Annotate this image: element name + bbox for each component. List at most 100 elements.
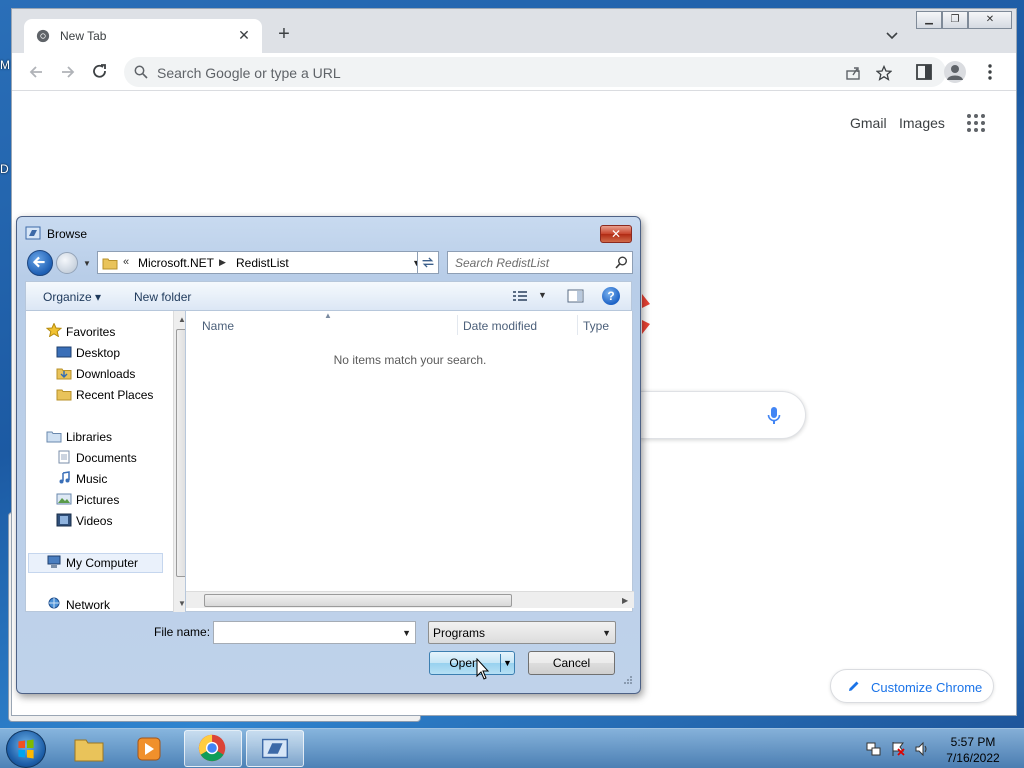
google-apps-icon[interactable] xyxy=(966,113,986,133)
minimize-button[interactable]: ▁ xyxy=(916,11,942,29)
search-placeholder: Search RedistList xyxy=(455,256,550,270)
side-panel-icon[interactable] xyxy=(914,62,934,82)
restore-button[interactable]: ❐ xyxy=(942,11,968,29)
organize-menu[interactable]: Organize ▾ xyxy=(43,290,101,304)
desktop-icon-label-fragment: D xyxy=(0,162,9,176)
tab-search-chevron-icon[interactable] xyxy=(884,27,900,43)
breadcrumb-redistlist[interactable]: RedistList xyxy=(236,256,289,270)
libraries-icon xyxy=(46,431,62,443)
nav-recent-places[interactable]: Recent Places xyxy=(76,388,153,402)
chevron-down-icon: ▼ xyxy=(602,628,611,638)
media-player-icon xyxy=(137,737,161,761)
chrome-icon xyxy=(198,734,226,762)
navigation-pane: Favorites Desktop Downloads Recent Place… xyxy=(25,311,190,612)
nav-videos[interactable]: Videos xyxy=(76,514,112,528)
breadcrumb-microsoft-net[interactable]: Microsoft.NET xyxy=(138,256,214,270)
voice-search-mic-icon[interactable] xyxy=(766,406,782,426)
column-header-type[interactable]: Type xyxy=(583,319,609,333)
file-name-history-dropdown[interactable]: ▼ xyxy=(402,628,411,638)
omnibox[interactable]: Search Google or type a URL xyxy=(124,57,946,87)
taskbar-chrome[interactable] xyxy=(184,730,242,767)
forward-arrow-icon[interactable] xyxy=(58,62,78,82)
file-horizontal-scrollbar[interactable]: ▶ xyxy=(186,591,634,608)
share-icon[interactable] xyxy=(845,65,861,81)
bookmark-star-icon[interactable] xyxy=(876,65,892,81)
favorites-star-icon xyxy=(46,323,62,337)
system-clock[interactable]: 5:57 PM 7/16/2022 xyxy=(940,734,1006,766)
nav-documents[interactable]: Documents xyxy=(76,451,137,465)
gmail-link[interactable]: Gmail xyxy=(850,115,887,131)
new-folder-button[interactable]: New folder xyxy=(134,290,191,304)
network-icon xyxy=(48,597,60,609)
desktop-icon xyxy=(56,346,72,358)
google-logo-fragment xyxy=(642,294,650,334)
more-vert-icon[interactable] xyxy=(980,62,1000,82)
tab-close-icon[interactable]: ✕ xyxy=(236,27,252,43)
nav-libraries[interactable]: Libraries xyxy=(66,430,112,444)
customize-chrome-label: Customize Chrome xyxy=(871,680,983,695)
nav-desktop[interactable]: Desktop xyxy=(76,346,120,360)
column-header-date-modified[interactable]: Date modified xyxy=(463,319,537,333)
view-options-dropdown[interactable]: ▼ xyxy=(538,290,547,300)
resize-grip-icon[interactable] xyxy=(621,675,633,687)
file-name-input[interactable]: ▼ xyxy=(213,621,416,644)
forward-button[interactable] xyxy=(56,252,78,274)
column-divider[interactable] xyxy=(577,315,578,335)
documents-icon xyxy=(58,450,70,464)
refresh-button[interactable] xyxy=(417,251,439,274)
tab-title: New Tab xyxy=(60,29,107,43)
profile-avatar[interactable] xyxy=(944,61,966,83)
start-button[interactable] xyxy=(6,730,46,768)
breadcrumb-overflow[interactable]: « xyxy=(123,256,129,268)
action-center-flag-icon[interactable] xyxy=(890,741,906,757)
preview-pane-icon[interactable] xyxy=(567,289,584,303)
file-scroll-thumb[interactable] xyxy=(204,594,512,607)
column-header-name[interactable]: Name xyxy=(202,319,234,333)
nav-my-computer[interactable]: My Computer xyxy=(66,556,138,570)
back-arrow-icon[interactable] xyxy=(26,62,46,82)
mouse-cursor-icon xyxy=(476,658,490,680)
nav-music[interactable]: Music xyxy=(76,472,107,486)
address-bar[interactable]: « Microsoft.NET ▶ RedistList ▼ xyxy=(97,251,425,274)
nav-downloads[interactable]: Downloads xyxy=(76,367,135,381)
explorer-folder-icon xyxy=(74,739,104,762)
file-type-filter-select[interactable]: Programs ▼ xyxy=(428,621,616,644)
volume-icon[interactable] xyxy=(914,741,930,757)
taskbar-browse-dialog[interactable] xyxy=(246,730,304,767)
customize-chrome-button[interactable]: Customize Chrome xyxy=(830,669,994,703)
network-tray-icon[interactable] xyxy=(866,741,882,757)
open-options-dropdown[interactable]: ▼ xyxy=(503,652,512,674)
breadcrumb-separator-icon[interactable]: ▶ xyxy=(219,257,226,268)
ntp-search-box[interactable] xyxy=(640,391,806,439)
clock-date: 7/16/2022 xyxy=(946,751,1000,765)
dialog-title: Browse xyxy=(47,227,88,241)
help-icon[interactable]: ? xyxy=(602,287,620,305)
new-tab-button[interactable]: + xyxy=(274,24,294,45)
omnibox-placeholder: Search Google or type a URL xyxy=(157,65,341,81)
images-link[interactable]: Images xyxy=(899,115,945,131)
tab-new-tab[interactable]: New Tab ✕ xyxy=(24,19,262,53)
open-button[interactable]: Open ▼ xyxy=(429,651,515,675)
scroll-right-arrow-icon[interactable]: ▶ xyxy=(622,596,628,605)
cancel-button[interactable]: Cancel xyxy=(528,651,615,675)
search-icon[interactable] xyxy=(615,256,628,269)
taskbar-media-player[interactable] xyxy=(120,730,178,767)
nav-network[interactable]: Network xyxy=(66,598,110,612)
taskbar-explorer[interactable] xyxy=(60,730,118,767)
file-type-filter-value: Programs xyxy=(433,626,486,640)
reload-icon[interactable] xyxy=(90,62,110,82)
dialog-close-button[interactable]: ✕ xyxy=(600,225,632,243)
clock-time: 5:57 PM xyxy=(950,735,996,749)
back-button[interactable] xyxy=(27,250,53,276)
refresh-icon xyxy=(422,257,434,268)
dialog-search-input[interactable]: Search RedistList xyxy=(447,251,633,274)
column-divider[interactable] xyxy=(457,315,458,335)
nav-favorites[interactable]: Favorites xyxy=(66,325,115,339)
back-arrow-icon xyxy=(32,256,45,268)
close-window-button[interactable]: ✕ xyxy=(968,11,1012,29)
sort-ascending-icon: ▲ xyxy=(324,311,332,320)
nav-pictures[interactable]: Pictures xyxy=(76,493,119,507)
tab-strip: New Tab ✕ + ▁ ❐ ✕ xyxy=(12,9,1016,53)
change-view-icon[interactable] xyxy=(512,289,528,303)
recent-pages-dropdown[interactable]: ▼ xyxy=(83,259,91,268)
